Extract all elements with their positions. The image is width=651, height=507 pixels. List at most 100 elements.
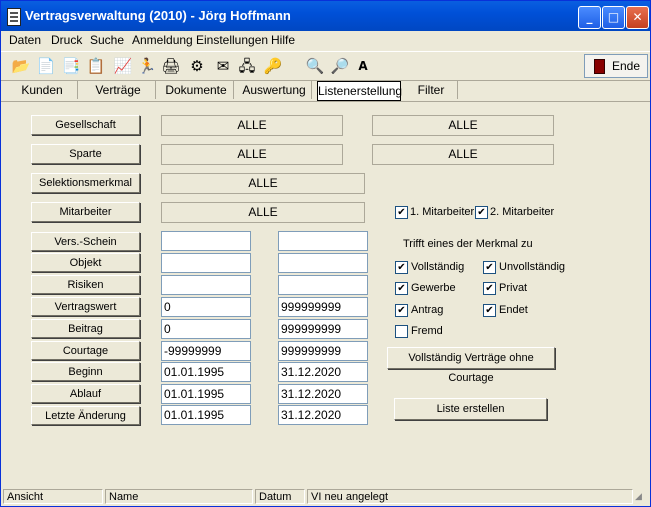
minimize-button[interactable]: _ bbox=[578, 6, 601, 29]
gesellschaft-value[interactable]: ALLE bbox=[161, 115, 343, 136]
network-icon[interactable]: 🖧 bbox=[237, 56, 257, 76]
gesellschaft-value-2[interactable]: ALLE bbox=[372, 115, 554, 136]
mail-icon[interactable]: ✉ bbox=[213, 56, 233, 76]
fremd-label: Fremd bbox=[411, 325, 443, 337]
status-message: VI neu angelegt bbox=[307, 489, 633, 504]
tab-filter[interactable]: Filter bbox=[405, 81, 458, 99]
sparte-value-2[interactable]: ALLE bbox=[372, 144, 554, 165]
beitrag-button[interactable]: Beitrag bbox=[31, 319, 140, 338]
open-folder-icon[interactable]: 📂 bbox=[11, 56, 31, 76]
tab-vertraege[interactable]: Verträge bbox=[81, 81, 156, 99]
vers-schein-from-input[interactable] bbox=[161, 231, 251, 251]
vollstaendig-label: Vollständig bbox=[411, 261, 465, 273]
objekt-from-input[interactable] bbox=[161, 253, 251, 273]
mitarbeiter-2-label: 2. Mitarbeiter bbox=[490, 206, 555, 218]
courtage-button[interactable]: Courtage bbox=[31, 341, 140, 360]
selektionsmerkmal-value[interactable]: ALLE bbox=[161, 173, 365, 194]
copy-icon[interactable]: 📋 bbox=[86, 56, 106, 76]
mitarbeiter-value[interactable]: ALLE bbox=[161, 202, 365, 223]
gewerbe-label: Gewerbe bbox=[411, 282, 456, 294]
ablauf-from-input[interactable]: 01.01.1995 bbox=[161, 384, 251, 404]
vertragswert-to-input[interactable]: 999999999 bbox=[278, 297, 368, 317]
vollstaendig-ohne-courtage-button[interactable]: Vollständig Verträge ohne Courtage bbox=[387, 347, 555, 384]
app-window: Vertragsverwaltung (2010) - Jörg Hoffman… bbox=[0, 0, 651, 507]
objekt-button[interactable]: Objekt bbox=[31, 253, 140, 272]
vers-schein-button[interactable]: Vers.-Schein bbox=[31, 232, 140, 251]
liste-erstellen-button[interactable]: Liste erstellen bbox=[394, 398, 547, 420]
vertragswert-from-input[interactable]: 0 bbox=[161, 297, 251, 317]
exit-icon bbox=[594, 59, 605, 74]
maximize-button[interactable]: □ bbox=[602, 6, 625, 29]
menu-suche[interactable]: Suche bbox=[90, 33, 124, 47]
letzte-aenderung-to-input[interactable]: 31.12.2020 bbox=[278, 405, 368, 425]
beginn-button[interactable]: Beginn bbox=[31, 362, 140, 381]
letzte-aenderung-button[interactable]: Letzte Änderung bbox=[31, 406, 140, 425]
window-title: Vertragsverwaltung (2010) - Jörg Hoffman… bbox=[25, 8, 291, 23]
title-bar: Vertragsverwaltung (2010) - Jörg Hoffman… bbox=[1, 1, 650, 31]
menu-einstellungen[interactable]: Einstellungen bbox=[196, 33, 268, 47]
tab-auswertung[interactable]: Auswertung bbox=[237, 81, 312, 99]
toolbar: 📂 📄 📑 📋 📈 🏃 🖨 ⚙ ✉ 🖧 🔑 🔍 🔎 A Ende bbox=[1, 51, 650, 81]
zoom-out-icon[interactable]: 🔎 bbox=[330, 56, 350, 76]
courtage-to-input[interactable]: 999999999 bbox=[278, 341, 368, 361]
privat-label: Privat bbox=[499, 282, 528, 294]
key-icon[interactable]: 🔑 bbox=[263, 56, 283, 76]
mitarbeiter-button[interactable]: Mitarbeiter bbox=[31, 202, 140, 222]
print-icon[interactable]: 🖨 bbox=[161, 56, 181, 76]
risiken-to-input[interactable] bbox=[278, 275, 368, 295]
tab-divider bbox=[1, 101, 650, 102]
status-ansicht: Ansicht bbox=[3, 489, 103, 504]
fremd-checkbox[interactable] bbox=[395, 325, 408, 338]
font-size-icon[interactable]: A bbox=[353, 56, 373, 76]
tab-kunden[interactable]: Kunden bbox=[7, 81, 78, 99]
tab-listenerstellung[interactable]: Listenerstellung bbox=[317, 81, 402, 101]
ende-button[interactable]: Ende bbox=[584, 54, 648, 78]
vollstaendig-checkbox[interactable]: ✔ bbox=[395, 261, 408, 274]
unvollstaendig-checkbox[interactable]: ✔ bbox=[483, 261, 496, 274]
privat-checkbox[interactable]: ✔ bbox=[483, 282, 496, 295]
run-icon[interactable]: 🏃 bbox=[137, 56, 157, 76]
menu-daten[interactable]: Daten bbox=[9, 33, 41, 47]
ende-label: Ende bbox=[612, 59, 641, 73]
menu-druck[interactable]: Druck bbox=[51, 33, 82, 47]
gewerbe-checkbox[interactable]: ✔ bbox=[395, 282, 408, 295]
document-list-icon[interactable]: 📑 bbox=[61, 56, 81, 76]
letzte-aenderung-from-input[interactable]: 01.01.1995 bbox=[161, 405, 251, 425]
ablauf-to-input[interactable]: 31.12.2020 bbox=[278, 384, 368, 404]
risiken-from-input[interactable] bbox=[161, 275, 251, 295]
risiken-button[interactable]: Risiken bbox=[31, 275, 140, 294]
courtage-from-input[interactable]: -99999999 bbox=[161, 341, 251, 361]
resize-grip-icon[interactable]: ◢ bbox=[635, 491, 647, 503]
endet-checkbox[interactable]: ✔ bbox=[483, 304, 496, 317]
selektionsmerkmal-button[interactable]: Selektionsmerkmal bbox=[31, 173, 140, 193]
vers-schein-to-input[interactable] bbox=[278, 231, 368, 251]
app-icon bbox=[7, 8, 21, 26]
merkmal-heading: Trifft eines der Merkmal zu bbox=[403, 238, 533, 250]
zoom-in-icon[interactable]: 🔍 bbox=[305, 56, 325, 76]
antrag-checkbox[interactable]: ✔ bbox=[395, 304, 408, 317]
vertragswert-button[interactable]: Vertragswert bbox=[31, 297, 140, 316]
menu-anmeldung[interactable]: Anmeldung bbox=[132, 33, 193, 47]
tab-dokumente[interactable]: Dokumente bbox=[159, 81, 234, 99]
chart-icon[interactable]: 📈 bbox=[113, 56, 133, 76]
antrag-label: Antrag bbox=[411, 304, 444, 316]
tools-icon[interactable]: ⚙ bbox=[187, 56, 207, 76]
beitrag-to-input[interactable]: 999999999 bbox=[278, 319, 368, 339]
document-icon[interactable]: 📄 bbox=[36, 56, 56, 76]
beginn-from-input[interactable]: 01.01.1995 bbox=[161, 362, 251, 382]
gesellschaft-button[interactable]: Gesellschaft bbox=[31, 115, 140, 135]
beginn-to-input[interactable]: 31.12.2020 bbox=[278, 362, 368, 382]
mitarbeiter-1-label: 1. Mitarbeiter bbox=[410, 206, 475, 218]
unvollstaendig-label: Unvollständig bbox=[499, 261, 566, 273]
sparte-button[interactable]: Sparte bbox=[31, 144, 140, 164]
mitarbeiter-2-checkbox[interactable]: ✔ bbox=[475, 206, 488, 219]
status-bar: Ansicht Name Datum VI neu angelegt ◢ bbox=[1, 487, 650, 506]
beitrag-from-input[interactable]: 0 bbox=[161, 319, 251, 339]
menu-hilfe[interactable]: Hilfe bbox=[271, 33, 295, 47]
objekt-to-input[interactable] bbox=[278, 253, 368, 273]
status-name: Name bbox=[105, 489, 253, 504]
mitarbeiter-1-checkbox[interactable]: ✔ bbox=[395, 206, 408, 219]
ablauf-button[interactable]: Ablauf bbox=[31, 384, 140, 403]
sparte-value[interactable]: ALLE bbox=[161, 144, 343, 165]
close-button[interactable]: ✕ bbox=[626, 6, 649, 29]
